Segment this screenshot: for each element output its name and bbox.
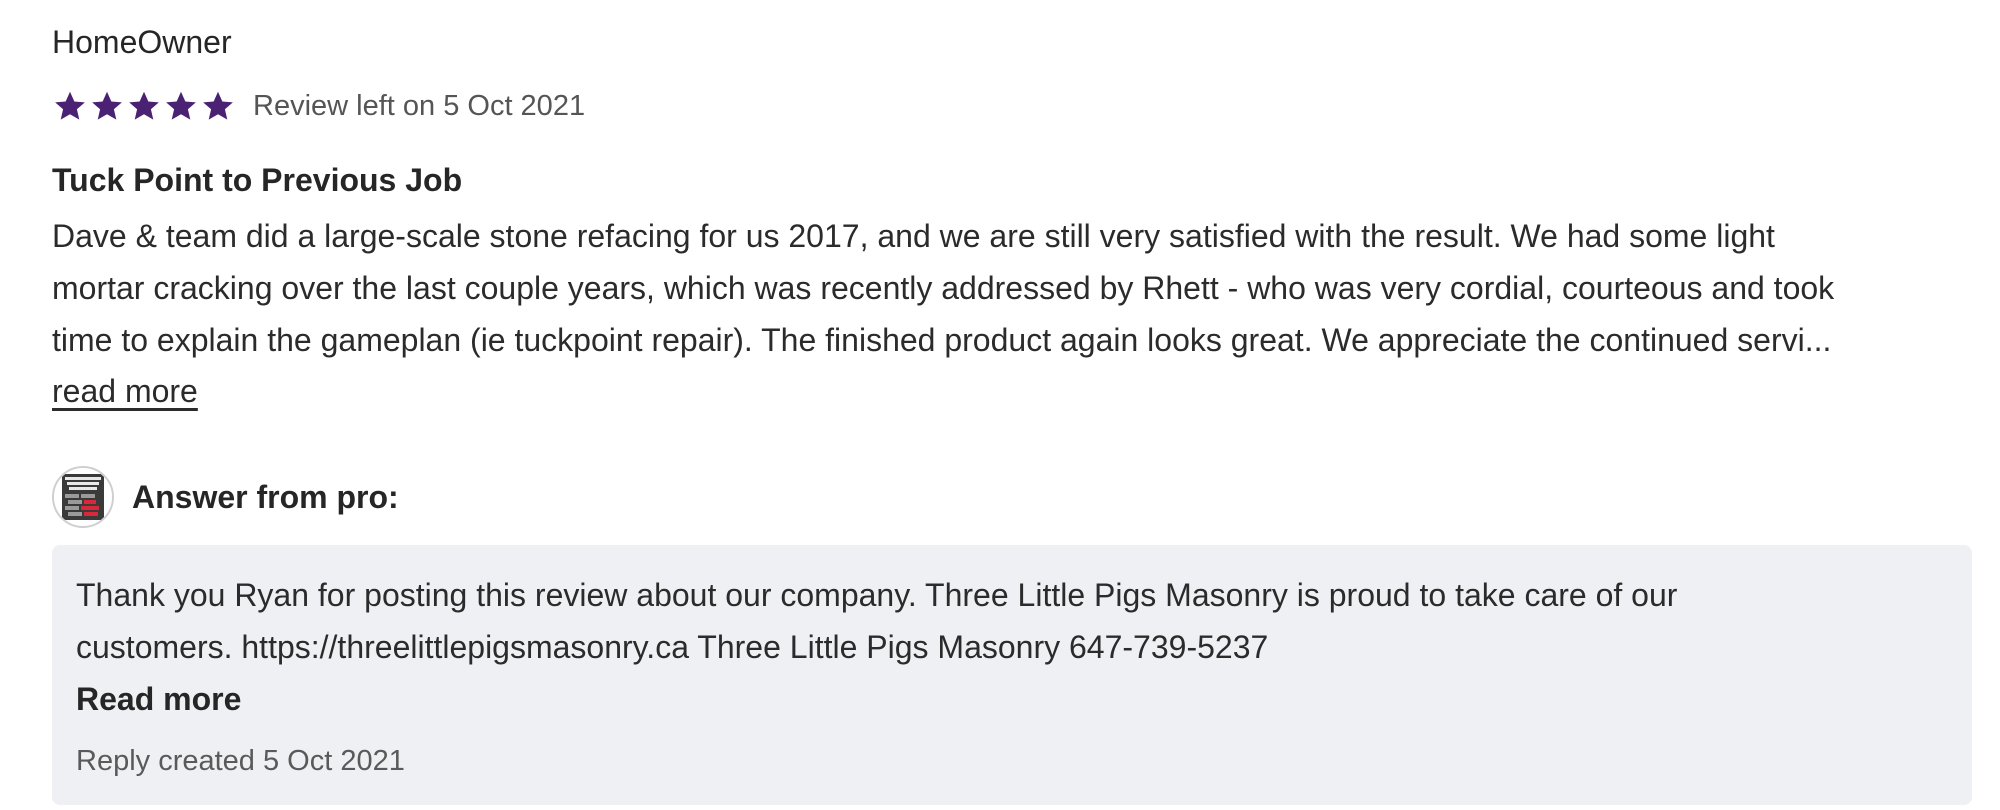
pro-reply-box: Thank you Ryan for posting this review a… [52, 545, 1972, 805]
rating-row: Review left on 5 Oct 2021 [52, 86, 585, 126]
review-title: Tuck Point to Previous Job [52, 162, 463, 198]
three-little-pigs-logo-icon [54, 468, 112, 526]
reply-body-line: customers. https://threelittlepigsmasonr… [76, 629, 1269, 665]
review-date: Review left on 5 Oct 2021 [253, 89, 586, 122]
reply-body-line: Thank you Ryan for posting this review a… [76, 577, 1678, 613]
star-icon [200, 88, 236, 124]
answer-label: Answer from pro: [132, 478, 399, 515]
reply-date: Reply created 5 Oct 2021 [76, 745, 405, 777]
star-icon [52, 88, 88, 124]
review-body-line: time to explain the gameplan (ie tuckpoi… [52, 322, 1832, 358]
review-body-line: Dave & team did a large-scale stone refa… [52, 218, 1775, 254]
review-author: HomeOwner [52, 24, 232, 60]
star-icon [89, 88, 125, 124]
reply-read-more-button[interactable]: Read more [76, 673, 241, 725]
star-icon [126, 88, 162, 124]
star-rating [52, 88, 237, 124]
read-more-link[interactable]: read more [52, 365, 198, 417]
star-icon [163, 88, 199, 124]
pro-answer-header: Answer from pro: [52, 465, 399, 529]
review-body-line: mortar cracking over the last couple yea… [52, 270, 1835, 306]
avatar [52, 466, 114, 528]
